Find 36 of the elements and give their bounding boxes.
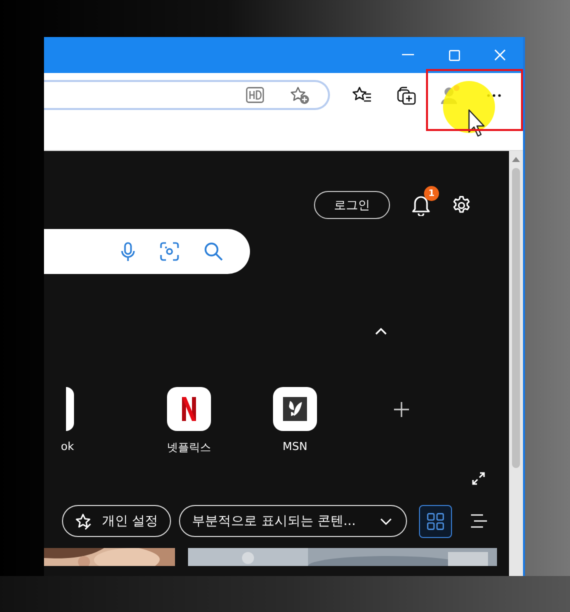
search-icon[interactable]: [204, 242, 223, 261]
scrollbar[interactable]: [509, 151, 523, 576]
close-icon[interactable]: [494, 49, 506, 61]
hd-icon[interactable]: [246, 87, 264, 103]
list-icon: [470, 514, 487, 528]
notification-badge: 1: [424, 186, 439, 201]
visual-search-icon[interactable]: [160, 242, 179, 261]
add-favorite-icon[interactable]: [290, 86, 310, 104]
personalize-button[interactable]: 개인 설정: [62, 505, 172, 537]
grid-view-button[interactable]: [418, 504, 452, 538]
search-box[interactable]: [44, 229, 250, 274]
site-tile[interactable]: [273, 387, 317, 431]
content-dropdown[interactable]: 부분적으로 표시되는 콘텐...: [179, 505, 407, 537]
minimize-icon[interactable]: [402, 54, 414, 56]
notifications-icon[interactable]: [411, 194, 431, 216]
add-icon[interactable]: [394, 402, 408, 416]
settings-icon[interactable]: [451, 194, 472, 216]
butterfly-icon: [283, 397, 307, 421]
site-tile[interactable]: [167, 387, 211, 431]
netflix-logo-icon: [182, 397, 196, 421]
address-bar[interactable]: [44, 80, 330, 110]
maximize-icon[interactable]: [448, 50, 460, 60]
collapse-icon[interactable]: [375, 328, 387, 335]
microphone-icon[interactable]: [121, 242, 135, 262]
site-label[interactable]: 넷플릭스: [167, 440, 211, 455]
site-label[interactable]: ok: [60, 440, 74, 453]
chevron-down-icon: [380, 518, 392, 524]
collections-icon[interactable]: [396, 86, 416, 104]
favorites-icon[interactable]: [352, 86, 372, 104]
grid-icon: [426, 512, 444, 530]
site-tile[interactable]: [66, 387, 74, 431]
login-button[interactable]: 로그인: [314, 191, 390, 219]
star-pencil-icon: [75, 512, 92, 530]
site-label[interactable]: MSN: [282, 440, 308, 453]
scroll-up-icon[interactable]: [512, 156, 520, 162]
expand-icon[interactable]: [472, 472, 485, 485]
